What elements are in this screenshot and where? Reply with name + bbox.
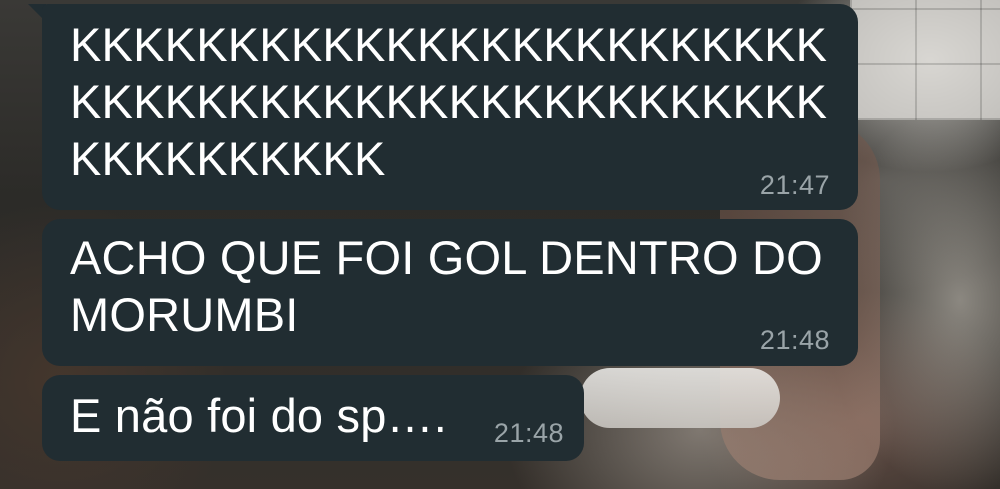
- message-timestamp: 21:48: [759, 325, 830, 355]
- incoming-message[interactable]: KKKKKKKKKKKKKKKKKKKKKKKK KKKKKKKKKKKKKKK…: [42, 4, 858, 210]
- message-timestamp: 21:47: [759, 170, 830, 200]
- incoming-message[interactable]: E não foi do sp…. 21:48: [42, 375, 584, 461]
- message-text: E não foi do sp….: [70, 389, 448, 442]
- message-text: ACHO QUE FOI GOL DENTRO DO MORUMBI: [70, 231, 823, 341]
- incoming-message[interactable]: ACHO QUE FOI GOL DENTRO DO MORUMBI 21:48: [42, 219, 858, 366]
- message-timestamp: 21:48: [493, 418, 564, 448]
- message-text: KKKKKKKKKKKKKKKKKKKKKKKK KKKKKKKKKKKKKKK…: [70, 18, 828, 185]
- message-list[interactable]: KKKKKKKKKKKKKKKKKKKKKKKK KKKKKKKKKKKKKKK…: [0, 0, 1000, 489]
